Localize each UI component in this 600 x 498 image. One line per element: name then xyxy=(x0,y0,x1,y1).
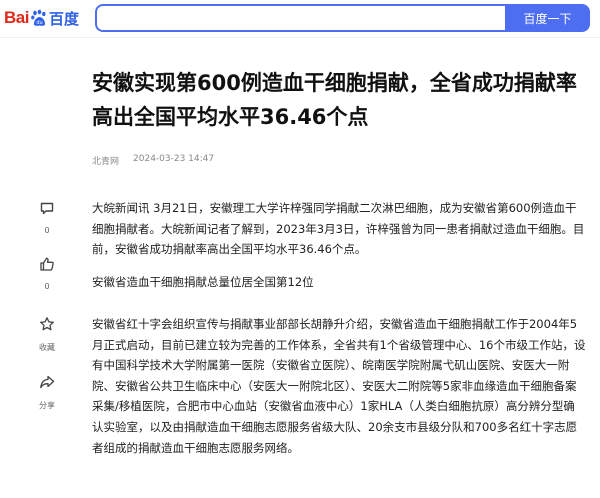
article-meta: 北青网 2024-03-23 14:47 xyxy=(92,154,214,167)
logo-bai-text: Bai xyxy=(4,8,29,27)
baidu-logo[interactable]: Bai du 百度 xyxy=(4,6,79,30)
share-icon xyxy=(39,374,55,394)
article-timestamp: 2024-03-23 14:47 xyxy=(133,154,215,164)
share-action[interactable]: 分享 xyxy=(30,374,64,411)
article-paragraph: 大皖新闻讯 3月21日，安徽理工大学许梓强同学捐献二次淋巴细胞，成为安徽省第60… xyxy=(92,201,585,257)
top-bar: Bai du 百度 百度一下 xyxy=(0,0,600,38)
comment-count: 0 xyxy=(44,226,50,235)
logo-du-text: 百度 xyxy=(48,9,79,28)
favorite-label: 收藏 xyxy=(39,343,55,352)
svg-text:du: du xyxy=(36,20,42,26)
favorite-action[interactable]: 收藏 xyxy=(30,316,64,353)
baidu-paw-icon: du xyxy=(30,9,48,27)
search-input[interactable] xyxy=(95,4,505,32)
star-icon xyxy=(39,316,55,336)
article-title: 安徽实现第600例造血干细胞捐献，全省成功捐献率高出全国平均水平36.46个点 xyxy=(92,71,577,129)
like-count: 0 xyxy=(44,282,50,291)
comment-icon xyxy=(39,200,55,220)
article-source[interactable]: 北青网 xyxy=(92,154,119,167)
comment-action[interactable]: 0 xyxy=(30,200,64,235)
like-action[interactable]: 0 xyxy=(30,256,64,291)
article-paragraph: 安徽省红十字会组织宣传与捐献事业部部长胡静升介绍，安徽省造血干细胞捐献工作于20… xyxy=(92,317,586,455)
article-subheading: 安徽省造血干细胞捐献总量位居全国第12位 xyxy=(92,275,314,289)
thumbs-up-icon xyxy=(39,256,55,276)
search-button[interactable]: 百度一下 xyxy=(505,4,590,32)
share-label: 分享 xyxy=(39,401,55,410)
